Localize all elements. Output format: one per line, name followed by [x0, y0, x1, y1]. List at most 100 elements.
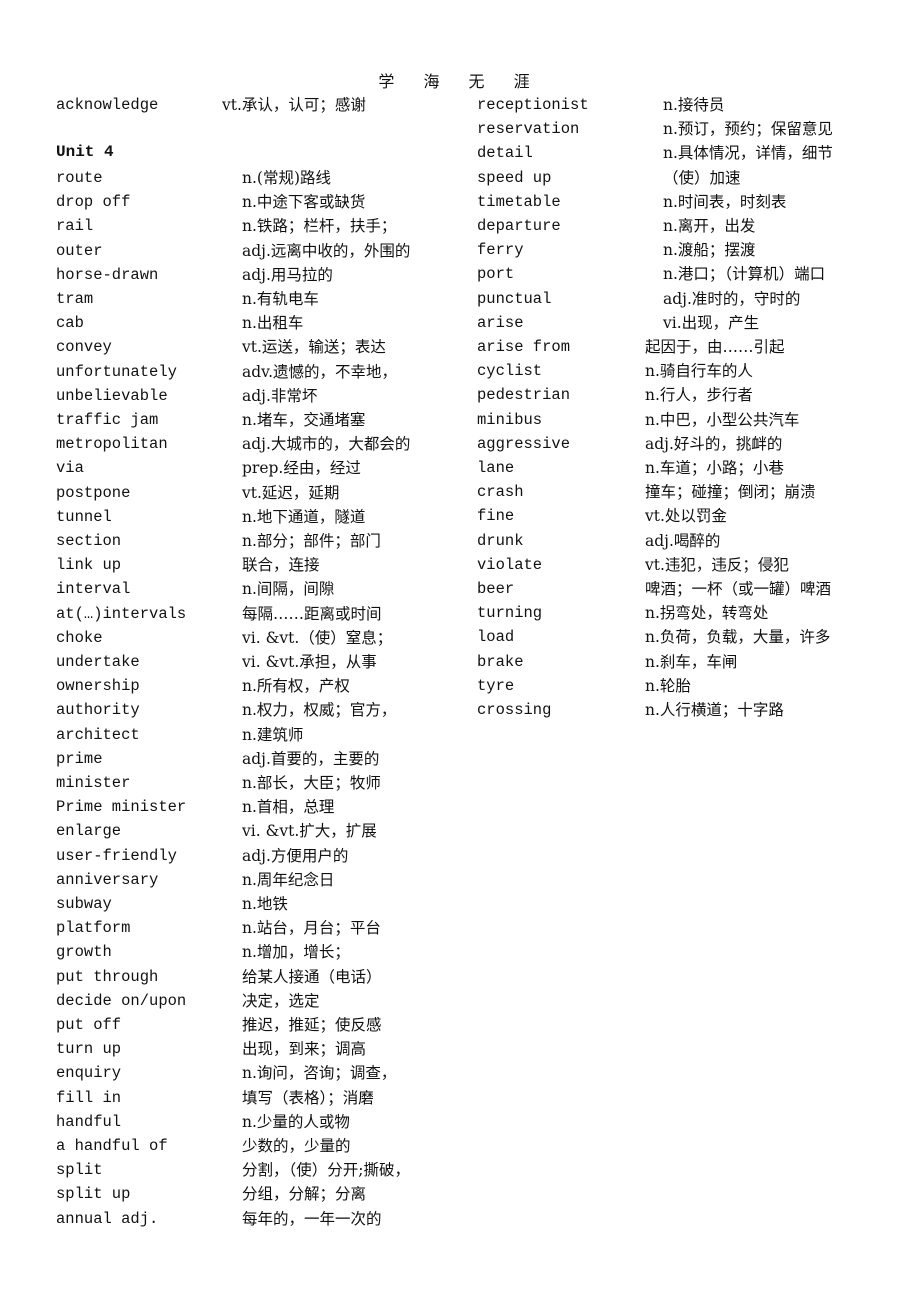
vocab-definition: 每隔……距离或时间: [242, 604, 382, 623]
vocab-word: subway: [56, 895, 112, 913]
vocab-word: port: [477, 265, 515, 284]
vocab-word: aggressive: [477, 434, 571, 453]
vocab-word: enlarge: [56, 822, 122, 841]
vocab-definition: n.负荷，负载，大量，许多: [645, 628, 831, 647]
vocab-word: arise from: [477, 338, 571, 356]
vocab-definition: adj.好斗的，挑衅的: [645, 434, 783, 453]
vocab-word: violate: [477, 555, 543, 574]
vocab-definition: n.预订，预约；保留意见: [663, 120, 833, 139]
vocab-definition: n.所有权，产权: [242, 677, 350, 696]
vocab-word: departure: [477, 217, 561, 235]
vocab-word: horse-drawn: [56, 265, 159, 284]
vocab-definition: n.人行横道；十字路: [645, 701, 784, 719]
vocab-definition: n.渡船；摆渡: [663, 241, 756, 260]
vocab-definition: n.询问，咨询；调查，: [242, 1064, 397, 1083]
vocab-word: drop off: [56, 193, 131, 212]
vocab-definition: n.行人，步行者: [645, 386, 753, 405]
vocab-definition: 撞车；碰撞；倒闭；崩溃: [645, 483, 816, 502]
vocab-definition: adj.准时的，守时的: [663, 289, 801, 308]
unit-heading: Unit 4: [56, 143, 114, 161]
vocab-word: platform: [56, 919, 131, 938]
vocab-definition: adj.用马拉的: [242, 265, 333, 284]
vocab-definition: （使）加速: [663, 168, 741, 187]
vocab-word: a handful of: [56, 1137, 168, 1155]
vocab-word: minibus: [477, 410, 543, 429]
vocab-word: traffic jam: [56, 411, 159, 429]
vocab-word: acknowledge: [56, 96, 159, 114]
vocab-definition: n.间隔，间隙: [242, 580, 335, 599]
vocab-word: cab: [56, 314, 84, 333]
vocab-definition: n.刹车，车闸: [645, 652, 738, 671]
vocab-definition: n.建筑师: [242, 725, 304, 744]
vocab-definition: n.中途下客或缺货: [242, 193, 366, 212]
vocab-definition: n.地下通道，隧道: [242, 507, 366, 526]
vocab-definition: vi. &vt.承担，从事: [242, 653, 377, 671]
vocab-definition: vt.违犯，违反；侵犯: [645, 555, 789, 574]
vocab-definition: n.部长，大臣；牧师: [242, 774, 381, 792]
vocab-word: Prime minister: [56, 798, 187, 817]
vocab-word: turning: [477, 604, 543, 623]
vocab-definition: n.少量的人或物: [242, 1112, 350, 1131]
vocab-definition: n.中巴，小型公共汽车: [645, 410, 800, 429]
vocab-definition: 分割，（使）分开;撕破，: [242, 1161, 410, 1180]
vocab-word: unfortunately: [56, 362, 177, 381]
vocab-word: detail: [477, 144, 533, 163]
vocab-definition: n.铁路；栏杆，扶手；: [242, 217, 397, 236]
vocab-definition: 填写（表格）；消磨: [242, 1088, 374, 1107]
vocab-word: choke: [56, 628, 103, 647]
vocab-definition: adj.方便用户的: [242, 846, 349, 865]
vocab-definition: vt.处以罚金: [645, 507, 727, 526]
vocab-word: punctual: [477, 289, 552, 308]
vocab-definition: adj.非常坏: [242, 386, 318, 405]
vocab-word: beer: [477, 580, 515, 598]
vocab-definition: n.轮胎: [645, 676, 691, 695]
vocab-definition: vt.运送，输送；表达: [242, 338, 386, 357]
vocab-word: crash: [477, 483, 524, 502]
vocab-word: enquiry: [56, 1064, 122, 1083]
vocab-word: pedestrian: [477, 386, 571, 405]
vocab-word: section: [56, 532, 122, 550]
vocab-definition: n.堵车，交通堵塞: [242, 411, 366, 429]
vocab-definition: 啤酒；一杯（或一罐）啤酒: [645, 580, 832, 598]
vocab-word: split: [56, 1161, 103, 1180]
vocab-definition: n.离开，出发: [663, 217, 756, 235]
vocab-definition: adj.大城市的，大都会的: [242, 435, 411, 454]
vocab-definition: vt.承认，认可；感谢: [222, 96, 366, 114]
vocab-word: drunk: [477, 531, 524, 550]
vocab-word: arise: [477, 313, 524, 332]
vocab-word: crossing: [477, 701, 552, 719]
vocab-word: annual adj.: [56, 1209, 159, 1228]
vocab-definition: n.港口；（计算机）端口: [663, 265, 826, 284]
vocab-word: lane: [477, 459, 515, 477]
vocab-definition: n.地铁: [242, 895, 288, 913]
vocab-definition: n.车道；小路；小巷: [645, 459, 784, 477]
vocab-definition: adv.遗憾的，不幸地，: [242, 362, 398, 381]
vocab-word: growth: [56, 943, 112, 962]
vocab-definition: n.增加，增长；: [242, 943, 350, 962]
vocab-definition: n.首相，总理: [242, 798, 335, 817]
vocab-word: metropolitan: [56, 435, 168, 454]
vocab-word: authority: [56, 701, 140, 720]
vocab-definition: 分组，分解；分离: [242, 1185, 367, 1204]
vocab-definition: adj.喝醉的: [645, 531, 721, 550]
vocab-word: decide on/upon: [56, 991, 187, 1010]
vocab-word: fill in: [56, 1088, 122, 1107]
vocab-word: speed up: [477, 168, 552, 187]
vocab-word: ownership: [56, 677, 140, 696]
vocab-word: fine: [477, 507, 515, 526]
vocab-word: convey: [56, 338, 112, 357]
vocab-definition: 决定，选定: [242, 991, 320, 1010]
vocab-word: at(…)intervals: [56, 604, 187, 623]
vocab-word: tyre: [477, 676, 515, 695]
vocab-word: route: [56, 169, 103, 187]
vocab-word: rail: [56, 217, 94, 236]
vocab-word: turn up: [56, 1040, 122, 1059]
vocab-word: put through: [56, 967, 159, 986]
vocab-word: user-friendly: [56, 846, 177, 865]
vocab-word: unbelievable: [56, 386, 168, 405]
vocab-definition: vi.出现，产生: [663, 313, 760, 332]
vocab-word: receptionist: [477, 96, 589, 114]
vocab-word: timetable: [477, 192, 561, 211]
vocab-definition: n.周年纪念日: [242, 870, 335, 889]
vocab-word: anniversary: [56, 870, 159, 889]
